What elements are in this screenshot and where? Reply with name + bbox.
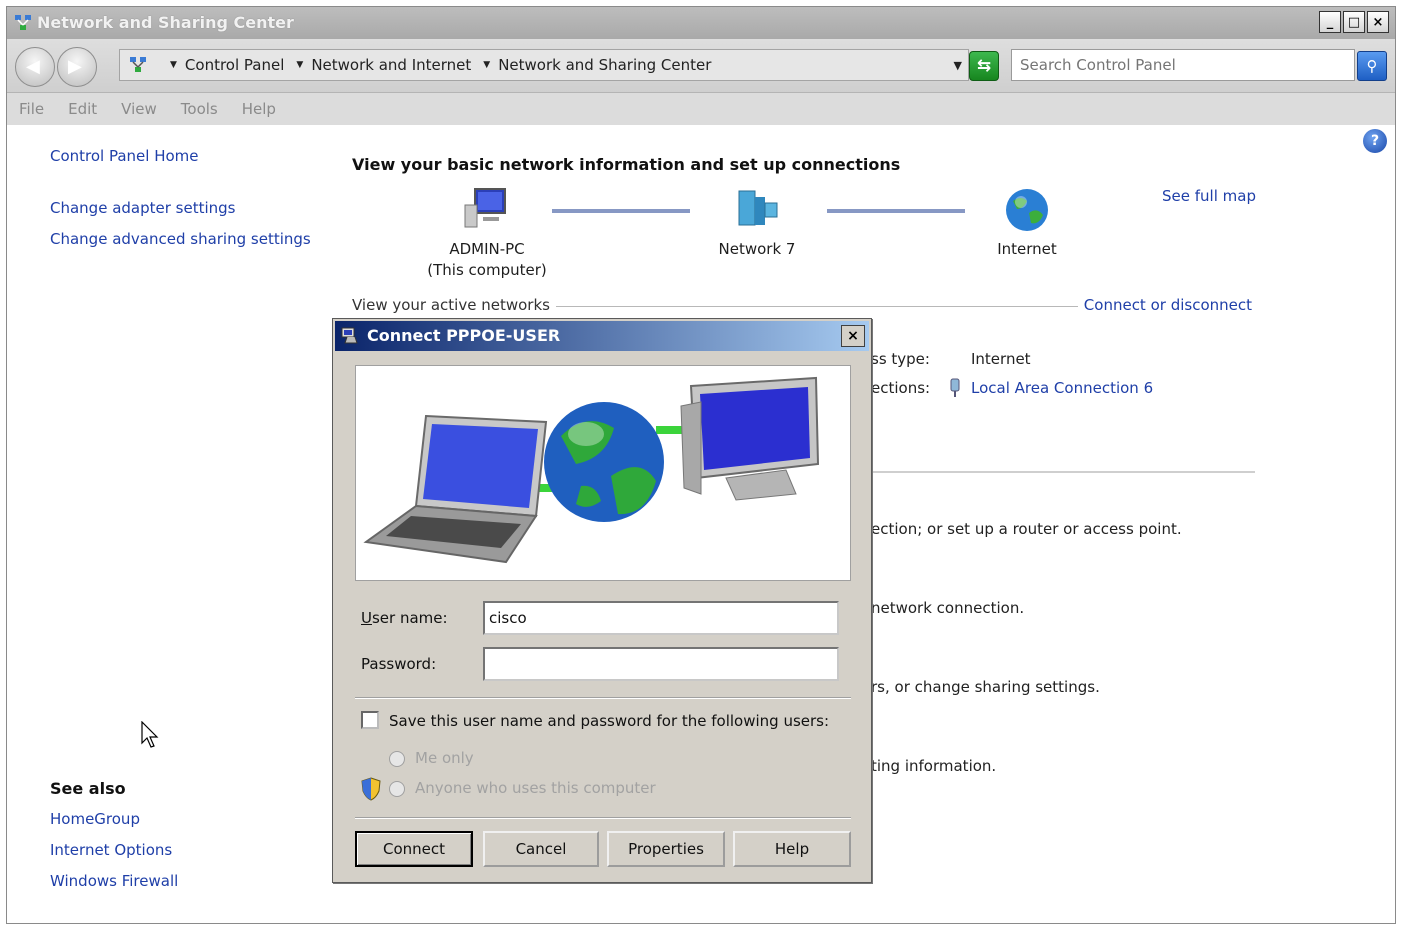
network-icon bbox=[130, 57, 146, 72]
network-icon bbox=[15, 15, 31, 30]
see-also-title: See also bbox=[50, 779, 126, 798]
save-credentials-checkbox[interactable] bbox=[361, 711, 379, 729]
crumb-control-panel[interactable]: Control Panel bbox=[185, 56, 284, 74]
menu-file[interactable]: File bbox=[19, 100, 44, 118]
task-text: ting information. bbox=[871, 757, 997, 775]
breadcrumb[interactable]: ▼ Control Panel ▼ Network and Internet ▼… bbox=[119, 49, 969, 81]
close-button[interactable]: × bbox=[1367, 11, 1389, 33]
divider bbox=[355, 697, 851, 699]
node-label: Network 7 bbox=[718, 240, 796, 258]
me-only-radio[interactable] bbox=[389, 751, 405, 767]
address-bar-area: ◀ ▶ ▼ Control Panel ▼ Network and Intern… bbox=[7, 39, 1395, 93]
menu-view[interactable]: View bbox=[121, 100, 157, 118]
network-building-icon bbox=[738, 190, 778, 226]
forward-button[interactable]: ▶ bbox=[57, 47, 97, 87]
dialog-close-button[interactable]: × bbox=[841, 325, 865, 347]
cursor-icon bbox=[141, 721, 159, 748]
globe-icon bbox=[544, 402, 664, 522]
menu-tools[interactable]: Tools bbox=[181, 100, 218, 118]
access-type-value: Internet bbox=[971, 350, 1031, 368]
menu-help[interactable]: Help bbox=[242, 100, 276, 118]
dialup-icon bbox=[341, 327, 358, 344]
local-area-connection-link[interactable]: Local Area Connection 6 bbox=[971, 379, 1153, 397]
divider bbox=[869, 471, 1255, 473]
back-arrow-icon: ◀ bbox=[26, 56, 40, 77]
search-icon: ⚲ bbox=[1366, 57, 1378, 75]
task-text: ection; or set up a router or access poi… bbox=[871, 520, 1182, 538]
node-network[interactable]: Network 7 bbox=[697, 187, 817, 260]
access-type-label: ss type: bbox=[871, 350, 930, 368]
connect-dialog: Connect PPPOE-USER × User name: cisco Pa… bbox=[332, 318, 872, 883]
connection-illustration bbox=[355, 365, 851, 581]
see-also: See also HomeGroup Internet Options Wind… bbox=[50, 779, 178, 903]
anyone-radio[interactable] bbox=[389, 781, 405, 797]
password-label: Password: bbox=[361, 655, 437, 673]
shield-icon bbox=[361, 777, 381, 801]
node-internet[interactable]: Internet bbox=[967, 187, 1087, 260]
active-networks-label: View your active networks bbox=[352, 296, 556, 314]
sidebar-item-change-adapter-settings[interactable]: Change adapter settings bbox=[50, 199, 311, 217]
help-icon[interactable]: ? bbox=[1363, 129, 1387, 153]
node-sublabel: (This computer) bbox=[427, 261, 547, 279]
link-windows-firewall[interactable]: Windows Firewall bbox=[50, 872, 178, 890]
forward-arrow-icon: ▶ bbox=[68, 56, 82, 77]
connection-line bbox=[552, 209, 690, 213]
menu-edit[interactable]: Edit bbox=[68, 100, 97, 118]
computer-icon bbox=[464, 188, 506, 228]
globe-icon bbox=[1006, 189, 1048, 231]
cancel-button[interactable]: Cancel bbox=[483, 831, 599, 867]
sidebar-item-change-advanced-sharing[interactable]: Change advanced sharing settings bbox=[50, 230, 311, 248]
link-internet-options[interactable]: Internet Options bbox=[50, 841, 178, 859]
me-only-label[interactable]: Me only bbox=[415, 749, 474, 767]
username-label-text: ser name: bbox=[371, 609, 448, 627]
back-button[interactable]: ◀ bbox=[15, 47, 55, 87]
password-field[interactable] bbox=[483, 647, 839, 681]
active-networks-row: View your active networks Connect or dis… bbox=[352, 296, 1252, 316]
task-text: network connection. bbox=[871, 599, 1025, 617]
connections-label: ections: bbox=[871, 379, 931, 397]
minimize-button[interactable]: _ bbox=[1319, 11, 1341, 33]
sidebar: Control Panel Home Change adapter settin… bbox=[50, 147, 311, 261]
properties-button[interactable]: Properties bbox=[607, 831, 725, 867]
refresh-icon: ⇆ bbox=[976, 56, 992, 76]
window-title: Network and Sharing Center bbox=[37, 13, 294, 32]
chevron-down-icon[interactable]: ▼ bbox=[296, 60, 303, 70]
search-input[interactable] bbox=[1011, 49, 1355, 81]
node-label: Internet bbox=[997, 240, 1057, 258]
divider bbox=[355, 817, 851, 819]
crumb-network-and-sharing-center[interactable]: Network and Sharing Center bbox=[498, 56, 711, 74]
network-illustration-icon bbox=[363, 376, 820, 564]
connect-button[interactable]: Connect bbox=[355, 831, 473, 867]
chevron-down-icon[interactable]: ▼ bbox=[170, 60, 177, 70]
refresh-button[interactable]: ⇆ bbox=[969, 51, 999, 81]
crumb-network-and-internet[interactable]: Network and Internet bbox=[311, 56, 471, 74]
see-full-map-link[interactable]: See full map bbox=[1162, 187, 1256, 205]
node-this-computer[interactable]: ADMIN-PC (This computer) bbox=[427, 187, 547, 281]
task-text: rs, or change sharing settings. bbox=[871, 678, 1100, 696]
adapter-icon bbox=[950, 378, 960, 397]
chevron-down-icon[interactable]: ▼ bbox=[483, 60, 490, 70]
dialog-title: Connect PPPOE-USER bbox=[367, 326, 561, 345]
laptop-icon bbox=[363, 414, 548, 564]
username-label: User name: bbox=[361, 609, 448, 627]
connection-line bbox=[827, 209, 965, 213]
maximize-button[interactable]: □ bbox=[1343, 11, 1365, 33]
desktop-computer-icon bbox=[680, 376, 820, 501]
connect-disconnect-link[interactable]: Connect or disconnect bbox=[1077, 296, 1252, 314]
caption-buttons: _ □ × bbox=[1319, 11, 1389, 33]
link-homegroup[interactable]: HomeGroup bbox=[50, 810, 178, 828]
dialog-title-bar[interactable]: Connect PPPOE-USER × bbox=[335, 321, 869, 351]
page-title: View your basic network information and … bbox=[352, 155, 901, 174]
help-button[interactable]: Help bbox=[733, 831, 851, 867]
address-dropdown-icon[interactable]: ▼ bbox=[954, 59, 962, 72]
sidebar-item-control-panel-home[interactable]: Control Panel Home bbox=[50, 147, 311, 165]
anyone-label[interactable]: Anyone who uses this computer bbox=[415, 779, 656, 797]
node-label: ADMIN-PC bbox=[449, 240, 525, 258]
save-credentials-label[interactable]: Save this user name and password for the… bbox=[389, 712, 829, 730]
username-field[interactable] bbox=[483, 601, 839, 635]
title-bar[interactable]: Network and Sharing Center _ □ × bbox=[7, 7, 1395, 39]
search-button[interactable]: ⚲ bbox=[1357, 51, 1387, 81]
menu-bar: File Edit View Tools Help bbox=[7, 93, 1395, 125]
